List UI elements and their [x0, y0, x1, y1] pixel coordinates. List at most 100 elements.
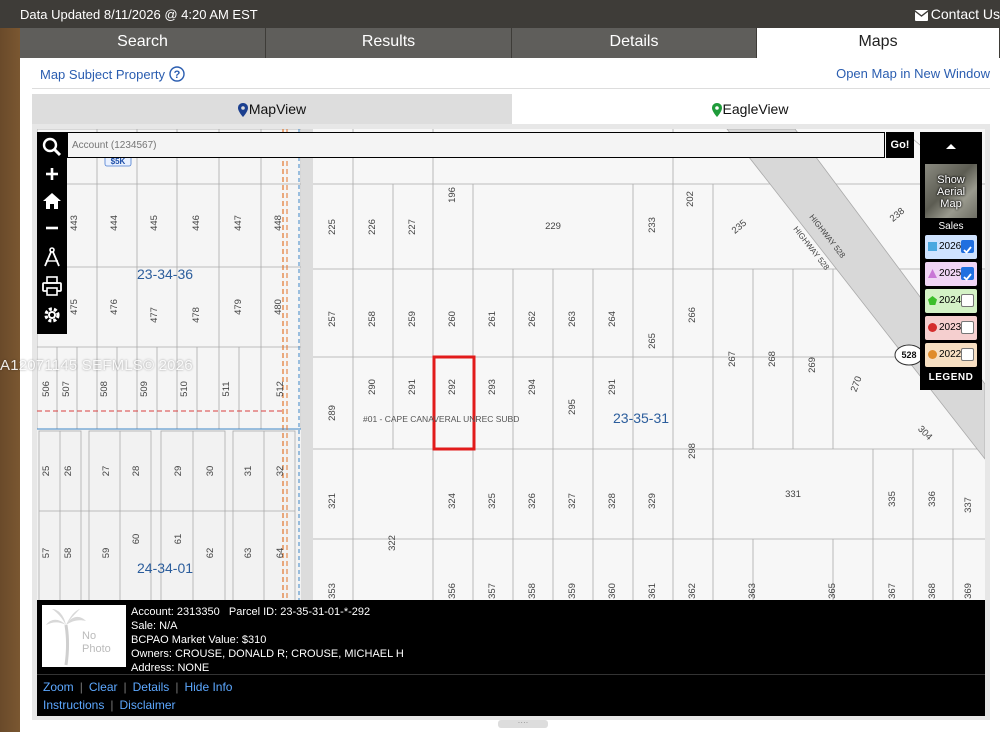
- separator: |: [110, 698, 114, 712]
- owners-value: CROUSE, DONALD R; CROUSE, MICHAEL H: [175, 648, 404, 660]
- parcel-label: 64: [275, 548, 286, 559]
- no-photo-label: No Photo: [82, 630, 111, 655]
- zoom-out-button[interactable]: [41, 217, 63, 239]
- account-value: 2313350: [176, 606, 220, 618]
- details-link[interactable]: Details: [133, 680, 170, 694]
- help-icon[interactable]: ?: [169, 66, 185, 82]
- route-shield-icon: 528: [894, 344, 924, 366]
- palm-tree-icon: [46, 609, 86, 666]
- address-label: Address:: [131, 662, 175, 674]
- tab-mapview[interactable]: MapView: [32, 94, 512, 124]
- parcel-label: 356: [447, 583, 458, 599]
- separator: |: [79, 680, 83, 694]
- parcel-id-value: 23-35-31-01-*-292: [280, 606, 371, 618]
- tab-results[interactable]: Results: [266, 28, 512, 58]
- disclaimer-link[interactable]: Disclaimer: [119, 698, 175, 712]
- parcel-label: 367: [887, 583, 898, 599]
- check-icon: [963, 273, 972, 281]
- parcel-label: 58: [63, 548, 74, 559]
- parcel-label: 261: [487, 311, 498, 327]
- sales-year-2026[interactable]: 2026: [925, 235, 977, 259]
- parcel-label: 298: [687, 443, 698, 459]
- sales-year-checkbox[interactable]: [961, 267, 974, 281]
- parcel-label: 321: [327, 493, 338, 509]
- parcel-label: 335: [887, 491, 898, 507]
- search-tool-button[interactable]: [41, 136, 63, 158]
- collapse-panel-button[interactable]: [920, 136, 982, 156]
- contact-us-label: Contact Us: [930, 6, 1000, 22]
- settings-button[interactable]: [41, 304, 63, 326]
- show-aerial-map-button[interactable]: Show Aerial Map: [925, 164, 977, 218]
- sales-year-checkbox[interactable]: [961, 294, 974, 307]
- map-subject-property-label: Map Subject Property: [40, 67, 166, 82]
- mls-watermark: A12071145 SEFMLS© 2026: [0, 357, 193, 374]
- legend-button[interactable]: LEGEND: [920, 372, 982, 383]
- contact-us-link[interactable]: Contact Us: [914, 6, 1000, 22]
- parcel-label: 31: [243, 466, 254, 477]
- sales-year-2025[interactable]: 2025: [925, 262, 977, 286]
- parcel-label: 57: [41, 548, 52, 559]
- sales-year-checkbox[interactable]: [961, 348, 974, 361]
- go-button[interactable]: Go!: [886, 132, 914, 158]
- gear-icon: [44, 307, 60, 323]
- parcel-label: 508: [99, 381, 110, 397]
- map-subject-property-link[interactable]: Map Subject Property?: [40, 66, 185, 82]
- zoom-link[interactable]: Zoom: [43, 680, 74, 694]
- account-search-input[interactable]: [68, 133, 884, 157]
- hide-info-link[interactable]: Hide Info: [184, 680, 232, 694]
- parcel-label: 291: [407, 379, 418, 395]
- parcel-label: 196: [447, 187, 458, 203]
- home-button[interactable]: [41, 190, 63, 212]
- parcel-label: 26: [63, 466, 74, 477]
- parcel-label: 446: [191, 215, 202, 231]
- resize-handle[interactable]: ····: [498, 719, 548, 728]
- show-aerial-map-label: Show Aerial Map: [936, 174, 966, 210]
- clear-link[interactable]: Clear: [89, 680, 118, 694]
- parcel-label: 328: [607, 493, 618, 509]
- map-frame[interactable]: 443 444 445 446 447 448 225 226 227 196 …: [32, 124, 990, 720]
- sales-year-2022[interactable]: 2022: [925, 343, 977, 367]
- circle-icon: [928, 350, 937, 359]
- sales-year-label: 2023: [939, 322, 962, 333]
- sales-year-label: 2024: [939, 295, 962, 306]
- sales-label: Sales: [938, 221, 964, 232]
- parcel-label: 327: [567, 493, 578, 509]
- sales-year-2024[interactable]: 2024: [925, 289, 977, 313]
- tab-maps[interactable]: Maps: [757, 28, 1000, 58]
- price-badge-label: $5K: [111, 157, 126, 166]
- parcel-label: 227: [407, 219, 418, 235]
- parcel-label: 202: [685, 191, 696, 207]
- parcel-label: 445: [149, 215, 160, 231]
- zoom-in-button[interactable]: [41, 163, 63, 185]
- parcel-label: 233: [647, 217, 658, 233]
- tab-search[interactable]: Search: [20, 28, 266, 58]
- parcel-label: 269: [807, 357, 818, 373]
- instructions-link[interactable]: Instructions: [43, 698, 104, 712]
- sales-year-checkbox[interactable]: [961, 321, 974, 334]
- maps-panel: Map Subject Property? Open Map in New Wi…: [20, 58, 1000, 732]
- open-map-new-window-link[interactable]: Open Map in New Window: [836, 66, 990, 81]
- tab-eagleview[interactable]: EagleView: [512, 94, 988, 124]
- section-label: 23-34-36: [137, 266, 193, 282]
- parcel-info-box: No Photo Account: 2313350 Parcel ID: 23-…: [37, 600, 985, 716]
- caret-up-icon: [946, 144, 956, 149]
- parcel-label: 267: [727, 351, 738, 367]
- sales-year-label: 2022: [939, 349, 962, 360]
- view-tabs: MapView EagleView: [32, 94, 988, 124]
- parcel-label: 260: [447, 311, 458, 327]
- tab-details[interactable]: Details: [512, 28, 757, 58]
- parcel-label: 290: [367, 379, 378, 395]
- parcel-label: 336: [927, 491, 938, 507]
- print-button[interactable]: [41, 275, 63, 297]
- info-help-links: Instructions | Disclaimer: [43, 698, 176, 712]
- sales-year-2023[interactable]: 2023: [925, 316, 977, 340]
- parcel-label: 511: [221, 381, 232, 396]
- parcel-details: Account: 2313350 Parcel ID: 23-35-31-01-…: [131, 605, 404, 675]
- parcel-label: 28: [131, 466, 142, 477]
- check-icon: [963, 246, 972, 254]
- separator: |: [175, 680, 179, 694]
- highlighted-parcel-label: 292: [447, 379, 458, 395]
- parcel-label: 359: [567, 583, 578, 599]
- sales-year-checkbox[interactable]: [961, 240, 974, 254]
- measure-button[interactable]: [41, 246, 63, 268]
